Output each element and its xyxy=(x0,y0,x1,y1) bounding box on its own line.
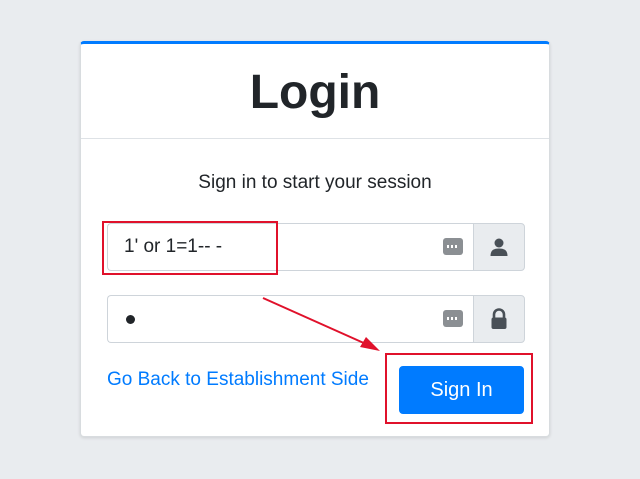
card-header: Login xyxy=(81,44,549,139)
annotation-signin-highlight xyxy=(385,353,533,424)
lock-addon xyxy=(473,295,525,343)
page-title: Login xyxy=(249,65,381,119)
login-message: Sign in to start your session xyxy=(198,172,432,193)
password-manager-icon[interactable] xyxy=(443,238,463,255)
user-addon xyxy=(473,223,525,271)
annotation-username-highlight xyxy=(102,221,278,275)
password-field[interactable] xyxy=(107,295,473,343)
password-group xyxy=(107,295,525,345)
password-manager-icon[interactable] xyxy=(443,310,463,327)
password-mask xyxy=(126,314,135,324)
back-to-establishment-link[interactable]: Go Back to Establishment Side xyxy=(107,369,369,391)
lock-icon xyxy=(491,308,507,329)
user-icon xyxy=(490,238,508,256)
